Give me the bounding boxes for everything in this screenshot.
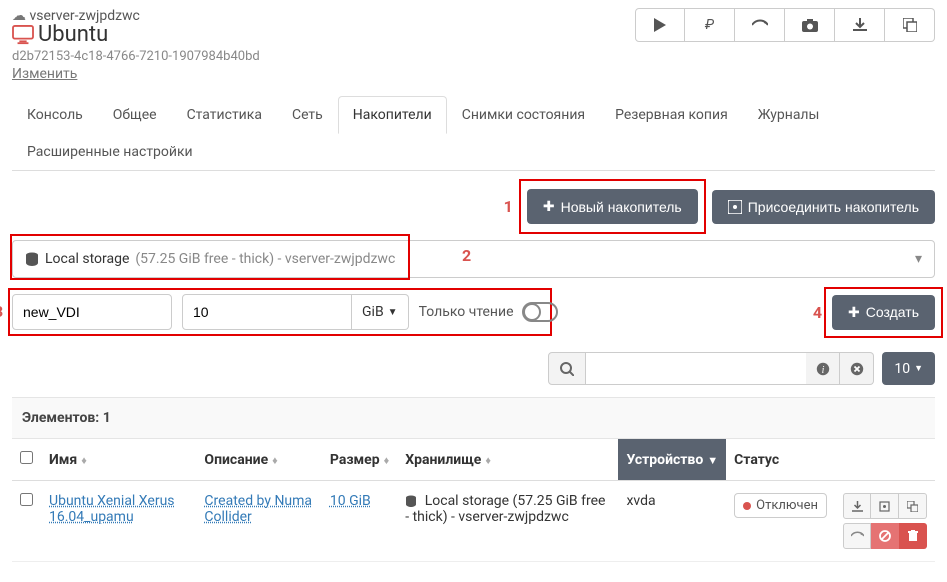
select-all-checkbox[interactable] [20, 451, 33, 464]
disk-name-input[interactable] [12, 294, 172, 330]
edit-link[interactable]: Изменить [12, 66, 77, 82]
clone-button[interactable] [899, 493, 927, 519]
chevron-down-icon: ▾ [915, 251, 922, 267]
play-button[interactable] [635, 8, 685, 42]
disk-size-input[interactable] [182, 294, 352, 330]
tab-bar: Консоль Общее Статистика Сеть Накопители… [12, 96, 935, 171]
download-button[interactable] [843, 493, 871, 519]
tab-logs[interactable]: Журналы [743, 96, 835, 134]
forget-button[interactable] [871, 523, 899, 549]
readonly-toggle[interactable] [522, 302, 558, 322]
annotation-3: 3 [0, 302, 3, 321]
copy-button[interactable] [885, 8, 935, 42]
annotation-4: 4 [813, 303, 822, 322]
vm-os-name[interactable]: Ubuntu [38, 22, 108, 47]
snapshot-button[interactable] [785, 8, 835, 42]
storage-select[interactable]: Local storage (57.25 GiB free - thick) -… [12, 240, 935, 278]
move-button[interactable] [871, 493, 899, 519]
clear-button[interactable] [840, 352, 874, 385]
migrate-button[interactable] [735, 8, 785, 42]
database-icon [405, 495, 417, 507]
ruble-button[interactable]: ₽ [685, 8, 735, 42]
col-name[interactable]: Имя♦ [41, 439, 196, 481]
storage-name: Local storage [45, 251, 129, 267]
tab-disks[interactable]: Накопители [338, 96, 447, 134]
row-checkbox[interactable] [20, 493, 33, 506]
migrate-disk-button[interactable] [843, 523, 871, 549]
col-device[interactable]: Устройство▼ [618, 439, 726, 481]
tab-backup[interactable]: Резервная копия [600, 96, 743, 134]
disk-size[interactable]: 10 GiB [330, 493, 371, 509]
info-button[interactable]: i [806, 352, 840, 385]
monitor-icon [12, 25, 34, 45]
col-status: Статус [726, 439, 835, 481]
status-badge[interactable]: Отключен [734, 493, 827, 518]
annotation-2: 2 [462, 246, 471, 265]
disk-name-link[interactable]: Ubuntu Xenial Xerus 16.04_upamu [49, 493, 175, 525]
tab-snapshots[interactable]: Снимки состояния [447, 96, 600, 134]
plus-icon: ✚ [848, 304, 860, 321]
elements-count: Элементов: 1 [12, 398, 935, 439]
tab-advanced[interactable]: Расширенные настройки [12, 133, 208, 171]
tab-stats[interactable]: Статистика [172, 96, 277, 134]
disk-icon [728, 200, 742, 214]
create-button[interactable]: ✚ Создать [832, 295, 935, 330]
annotation-1: 1 [504, 197, 513, 216]
disk-device: xvda [626, 493, 655, 509]
col-desc[interactable]: Описание♦ [196, 439, 321, 481]
col-storage[interactable]: Хранилище♦ [397, 439, 618, 481]
tab-general[interactable]: Общее [98, 96, 172, 134]
caret-down-icon: ▼ [914, 363, 923, 374]
disk-storage: Local storage (57.25 GiB free - thick) -… [405, 493, 605, 525]
caret-down-icon: ▼ [388, 307, 398, 318]
table-row: Ubuntu Xenial Xerus 16.04_upamu Created … [12, 481, 935, 562]
tab-console[interactable]: Консоль [12, 96, 98, 134]
page-size-select[interactable]: 10 ▼ [882, 352, 935, 385]
search-icon [548, 352, 586, 385]
search-input[interactable] [586, 352, 806, 385]
plus-icon: ✚ [543, 198, 555, 215]
database-icon [25, 252, 39, 266]
new-disk-button[interactable]: ✚ Новый накопитель [527, 189, 698, 224]
svg-text:i: i [821, 365, 824, 376]
vm-action-toolbar: ₽ [635, 8, 935, 42]
vm-uuid: d2b72153-4c18-4766-7210-1907984b40bd [12, 49, 260, 64]
export-button[interactable] [835, 8, 885, 42]
col-size[interactable]: Размер♦ [322, 439, 397, 481]
tab-network[interactable]: Сеть [277, 96, 338, 134]
storage-meta: (57.25 GiB free - thick) - vserver-zwjpd… [135, 251, 395, 267]
status-dot-icon [743, 502, 751, 510]
readonly-label: Только чтение [419, 304, 514, 320]
disk-desc[interactable]: Created by Numa Collider [204, 493, 312, 525]
disk-unit-select[interactable]: GiB ▼ [352, 294, 409, 330]
attach-disk-button[interactable]: Присоединить накопитель [712, 190, 935, 224]
delete-button[interactable] [899, 523, 927, 549]
cloud-icon: ☁ [12, 8, 26, 24]
